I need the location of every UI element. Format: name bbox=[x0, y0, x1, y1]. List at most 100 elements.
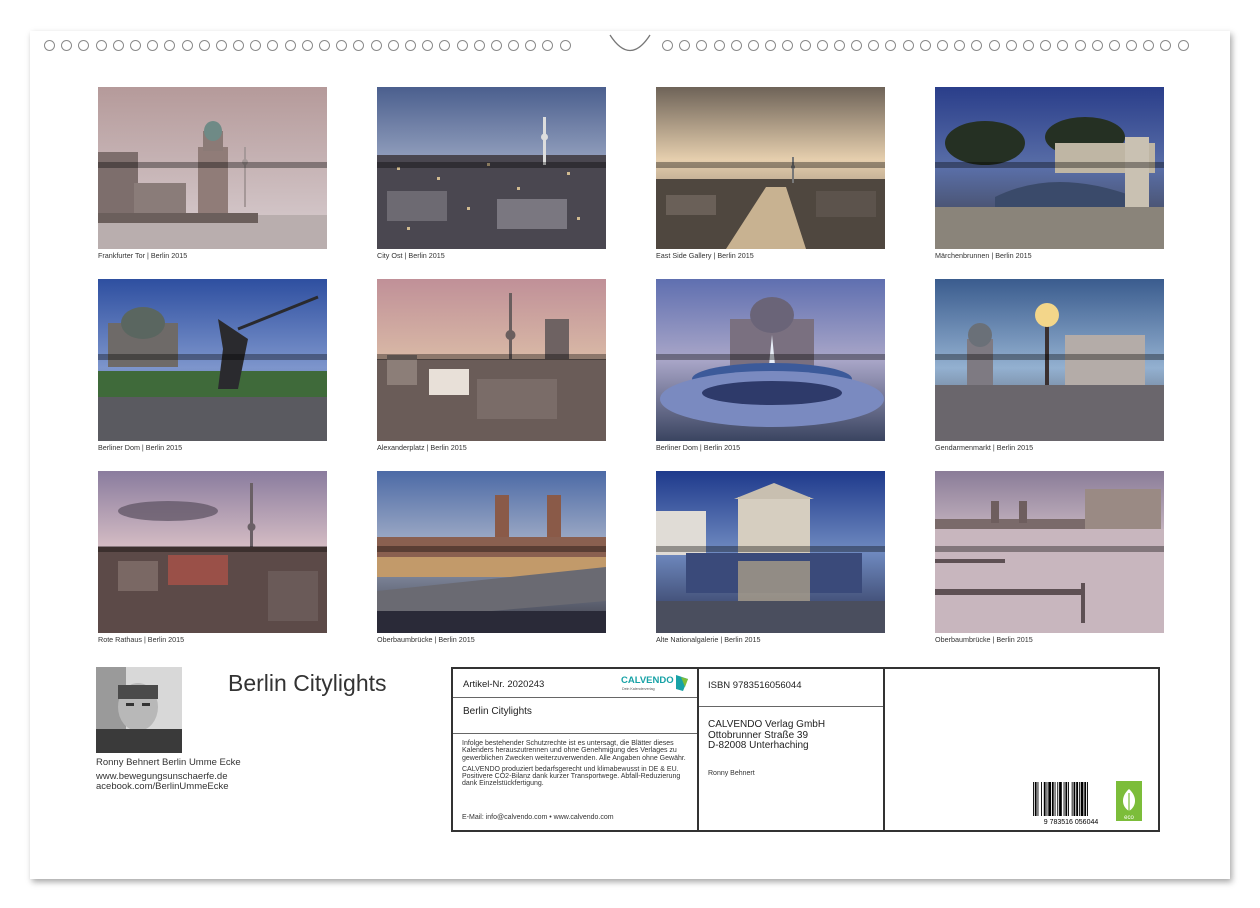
publisher-city: D-82008 Unterhaching bbox=[708, 740, 809, 751]
product-title: Berlin Citylights bbox=[463, 706, 532, 717]
photo-gendarmenmarkt bbox=[935, 279, 1164, 441]
binding-hole bbox=[129, 40, 141, 51]
production-text: CALVENDO produziert bedarfsgerecht und k… bbox=[462, 765, 681, 788]
binding-hole bbox=[885, 40, 897, 51]
svg-text:9 783516 056044: 9 783516 056044 bbox=[1044, 819, 1099, 826]
contact-email[interactable]: E-Mail: info@calvendo.com • www.calvendo… bbox=[462, 814, 614, 821]
photo-caption: Berliner Dom | Berlin 2015 bbox=[656, 443, 741, 452]
hanger-hook-icon bbox=[609, 34, 651, 52]
binding-hole bbox=[147, 40, 159, 51]
photo-caption: Rote Rathaus | Berlin 2015 bbox=[98, 635, 185, 644]
binding-hole bbox=[267, 40, 279, 51]
binding-hole bbox=[319, 40, 330, 51]
binding-hole bbox=[1022, 40, 1034, 51]
binding-hole bbox=[988, 40, 1000, 51]
binding-hole bbox=[1143, 40, 1155, 51]
photo-east-side-gallery bbox=[656, 87, 885, 249]
publisher-address: CALVENDO Verlag GmbH Ottobrunner Straße … bbox=[708, 719, 826, 752]
binding-hole bbox=[387, 40, 399, 51]
photo-tile: Alexanderplatz | Berlin 2015 bbox=[377, 279, 606, 452]
photo-tile: Frankfurter Tor | Berlin 2015 bbox=[98, 87, 327, 260]
article-number: Artikel-Nr. 2020243 bbox=[463, 679, 545, 690]
photo-city-ost bbox=[377, 87, 606, 249]
copyright-text: Infolge bestehender Schutzrechte ist es … bbox=[462, 740, 686, 762]
photo-caption: Oberbaumbrücke | Berlin 2015 bbox=[377, 635, 475, 644]
article-row: Artikel-Nr. 2020243 CALVENDO Dein Kalend… bbox=[453, 669, 697, 698]
binding-hole bbox=[353, 40, 365, 51]
binding-hole bbox=[250, 40, 262, 51]
binding-hole bbox=[816, 40, 828, 51]
photo-alte-nationalgalerie bbox=[656, 471, 885, 633]
binding-hole bbox=[1177, 40, 1189, 51]
photo-berliner-dom-statue bbox=[98, 279, 327, 441]
photo-caption: Frankfurter Tor | Berlin 2015 bbox=[98, 251, 188, 260]
photo-tile: Berliner Dom | Berlin 2015 bbox=[656, 279, 885, 452]
photo-tile: Rote Rathaus | Berlin 2015 bbox=[98, 471, 327, 644]
isbn-row: ISBN 9783516056044 bbox=[699, 669, 883, 707]
photo-caption: Alexanderplatz | Berlin 2015 bbox=[377, 443, 467, 452]
binding-hole bbox=[1160, 40, 1172, 51]
photo-berliner-dom-fountain bbox=[656, 279, 885, 441]
binding-hole bbox=[679, 40, 691, 51]
author-portrait bbox=[96, 667, 182, 753]
binding-hole bbox=[937, 40, 948, 51]
photo-tile: Oberbaumbrücke | Berlin 2015 bbox=[935, 471, 1164, 644]
photo-caption: Oberbaumbrücke | Berlin 2015 bbox=[935, 635, 1033, 644]
binding-hole bbox=[198, 40, 210, 51]
legal-notice: Infolge bestehender Schutzrechte ist es … bbox=[453, 733, 697, 830]
photo-tile: Oberbaumbrücke | Berlin 2015 bbox=[377, 471, 606, 644]
binding-hole bbox=[954, 40, 966, 51]
binding-hole bbox=[95, 40, 107, 51]
photo-oberbaumbruecke-1 bbox=[377, 471, 606, 633]
calvendo-logo-icon: CALVENDO Dein Kalenderverlag bbox=[621, 675, 688, 691]
binding-hole bbox=[1108, 40, 1120, 51]
binding-hole bbox=[868, 40, 880, 51]
photo-tile: Gendarmenmarkt | Berlin 2015 bbox=[935, 279, 1164, 452]
eco-label-icon: eco bbox=[1116, 781, 1142, 821]
binding-hole bbox=[456, 40, 468, 51]
binding-hole bbox=[181, 40, 193, 51]
binding-hole bbox=[782, 40, 794, 51]
binding-hole bbox=[559, 40, 571, 51]
photo-caption: East Side Gallery | Berlin 2015 bbox=[656, 251, 754, 260]
binding-hole bbox=[1126, 40, 1138, 51]
binding-hole bbox=[1040, 40, 1052, 51]
binding-hole bbox=[765, 40, 777, 51]
svg-text:CALVENDO: CALVENDO bbox=[621, 675, 674, 686]
binding-holes-left bbox=[44, 40, 571, 51]
imprint-box: Artikel-Nr. 2020243 CALVENDO Dein Kalend… bbox=[451, 667, 1160, 832]
binding-hole bbox=[971, 40, 983, 51]
binding-hole bbox=[490, 40, 502, 51]
calendar-back-page: Frankfurter Tor | Berlin 2015 City Ost |… bbox=[30, 31, 1230, 879]
binding-hole bbox=[919, 40, 931, 51]
binding-hole bbox=[233, 40, 245, 51]
binding-hole bbox=[1091, 40, 1103, 51]
binding-hole bbox=[696, 40, 708, 51]
svg-text:eco: eco bbox=[1124, 815, 1134, 821]
photo-tile: East Side Gallery | Berlin 2015 bbox=[656, 87, 885, 260]
binding-hole bbox=[525, 40, 537, 51]
photo-alexanderplatz bbox=[377, 279, 606, 441]
binding-hole bbox=[301, 40, 313, 51]
photo-tile: City Ost | Berlin 2015 bbox=[377, 87, 606, 260]
binding-hole bbox=[44, 40, 55, 51]
binding-hole bbox=[112, 40, 124, 51]
binding-hole bbox=[542, 40, 554, 51]
publisher-name: CALVENDO Verlag GmbH bbox=[708, 719, 826, 730]
author-name: Ronny Behnert Berlin Umme Ecke bbox=[96, 757, 241, 768]
binding-hole bbox=[473, 40, 485, 51]
binding-hole bbox=[336, 40, 348, 51]
binding-holes-right bbox=[662, 40, 1189, 51]
imprint-column-publisher: ISBN 9783516056044 CALVENDO Verlag GmbH … bbox=[699, 669, 885, 830]
photo-tile: Berliner Dom | Berlin 2015 bbox=[98, 279, 327, 452]
photo-rote-rathaus bbox=[98, 471, 327, 633]
spiral-binding bbox=[30, 34, 1230, 55]
author-facebook-link[interactable]: acebook.com/BerlinUmmeEcke bbox=[96, 782, 229, 792]
binding-hole bbox=[851, 40, 863, 51]
binding-hole bbox=[1057, 40, 1069, 51]
binding-hole bbox=[1074, 40, 1086, 51]
photo-caption: Alte Nationalgalerie | Berlin 2015 bbox=[656, 635, 761, 644]
binding-hole bbox=[662, 40, 673, 51]
photo-caption: City Ost | Berlin 2015 bbox=[377, 251, 445, 260]
photo-frankfurter-tor bbox=[98, 87, 327, 249]
